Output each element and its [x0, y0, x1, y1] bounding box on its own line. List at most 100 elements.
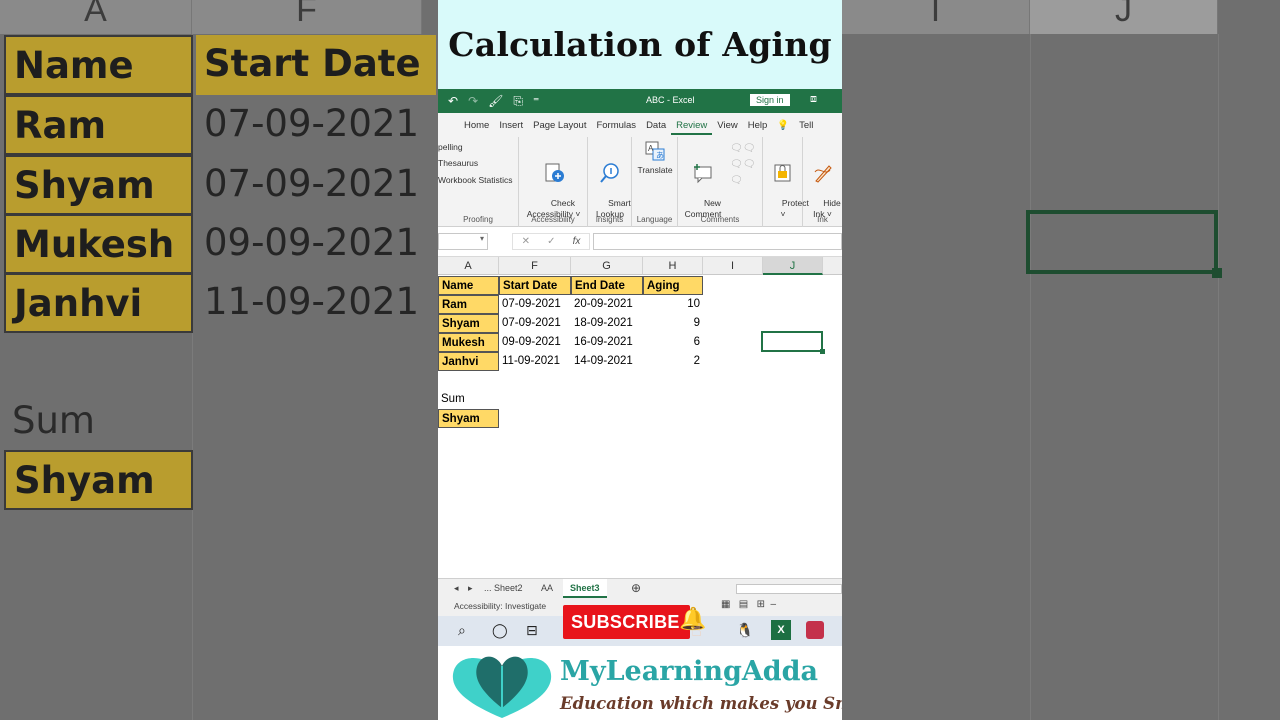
insert-function-icon[interactable]: fx	[573, 236, 581, 247]
col-header-g[interactable]: G	[571, 257, 643, 275]
start-date-cell[interactable]: 09-09-2021	[499, 333, 571, 352]
sheet-tab-aa[interactable]: AA	[541, 583, 553, 593]
bg-cell: 07-09-2021	[204, 162, 420, 205]
tab-tell-me[interactable]: Tell	[794, 120, 818, 131]
tab-insert[interactable]: Insert	[494, 120, 528, 131]
bg-cell-name-header: Name	[4, 35, 193, 95]
formula-input[interactable]	[593, 233, 842, 250]
col-header-a[interactable]: A	[438, 257, 499, 275]
protect-button[interactable]: Protect ˅	[763, 140, 809, 231]
customize-qat-icon[interactable]: ⁼	[533, 94, 539, 109]
ribbon-display-icon[interactable]: ⧈	[810, 93, 817, 106]
bg-cell: 07-09-2021	[204, 102, 420, 145]
bg-cell-sum-label: Sum	[12, 399, 95, 442]
start-date-cell[interactable]: 11-09-2021	[499, 352, 571, 371]
group-label: Proofing	[463, 215, 493, 224]
subscribe-overlay[interactable]: SUBSCRIBE 🔔 ☝	[563, 602, 706, 642]
aging-cell[interactable]: 10	[643, 295, 703, 314]
group-label: Insights	[595, 215, 624, 224]
group-language: Aあ Translate Language	[632, 137, 678, 227]
tux-icon[interactable]: 🐧	[736, 622, 753, 639]
smart-lookup-icon	[600, 163, 619, 183]
sheet-tab-more[interactable]: ...	[484, 583, 492, 593]
start-date-cell[interactable]: 07-09-2021	[499, 314, 571, 333]
formula-bar: ▾ ✕ ✓ fx	[438, 227, 842, 257]
scroll-right-icon[interactable]: ▸	[468, 583, 473, 594]
col-header-f[interactable]: F	[499, 257, 571, 275]
tab-view[interactable]: View	[712, 120, 742, 131]
sheet-tab-sheet2[interactable]: Sheet2	[494, 583, 523, 593]
tab-home[interactable]: Home	[459, 120, 494, 131]
view-icons[interactable]: ▦ ▤ ⊞ –	[721, 599, 776, 610]
tab-data[interactable]: Data	[641, 120, 671, 131]
subscribe-button[interactable]: SUBSCRIBE	[563, 605, 690, 639]
accessibility-icon	[545, 163, 564, 182]
excel-app-icon[interactable]: X	[771, 620, 791, 640]
start-date-cell[interactable]: 07-09-2021	[499, 295, 571, 314]
group-comments: New Comment 🗨🗨 🗨🗨 🗨 Comments	[678, 137, 763, 227]
cortana-icon[interactable]: ◯	[492, 622, 508, 639]
protect-icon	[774, 164, 791, 182]
tab-review[interactable]: Review	[671, 120, 713, 135]
svg-text:A: A	[648, 144, 654, 153]
bg-cell: Ram	[4, 95, 193, 155]
header-cell-end-date[interactable]: End Date	[571, 276, 643, 295]
col-header-i[interactable]: I	[703, 257, 763, 275]
name-cell[interactable]: Janhvi	[438, 352, 499, 371]
search-icon[interactable]: ⌕	[458, 622, 466, 639]
end-date-cell[interactable]: 16-09-2021	[571, 333, 643, 352]
sum-name-cell[interactable]: Shyam	[438, 409, 499, 428]
aging-cell[interactable]: 2	[643, 352, 703, 371]
header-cell-aging[interactable]: Aging	[643, 276, 703, 295]
header-cell-name[interactable]: Name	[438, 276, 499, 295]
cancel-icon[interactable]: ✕	[522, 236, 530, 247]
aging-cell[interactable]: 9	[643, 314, 703, 333]
name-cell[interactable]: Shyam	[438, 314, 499, 333]
ribbon-tabs: Home Insert Page Layout Formulas Data Re…	[438, 113, 842, 137]
quick-access-toolbar: ↶ ↷ 🖌 ⎘ ⁼	[438, 94, 539, 109]
col-header-h[interactable]: H	[643, 257, 703, 275]
sheet-tab-sheet3[interactable]: Sheet3	[563, 579, 607, 598]
col-header-empty	[823, 257, 842, 275]
formula-bar-buttons: ✕ ✓ fx	[512, 233, 590, 250]
group-proofing: pelling Thesaurus Workbook Statistics Pr…	[438, 137, 519, 227]
name-cell[interactable]: Mukesh	[438, 333, 499, 352]
translate-button[interactable]: Aあ Translate	[632, 140, 678, 176]
col-header-j[interactable]: J	[763, 257, 823, 275]
aging-cell[interactable]: 6	[643, 333, 703, 352]
sheet-tab-bar: ◂ ▸ ... Sheet2 AA Sheet3 ⊕	[438, 578, 842, 598]
horizontal-scrollbar[interactable]	[736, 584, 842, 594]
tab-help[interactable]: Help	[743, 120, 773, 131]
spelling-button[interactable]: pelling	[438, 142, 463, 152]
workbook-statistics-button[interactable]: Workbook Statistics	[438, 175, 512, 185]
add-sheet-icon[interactable]: ⊕	[631, 581, 641, 595]
enter-icon[interactable]: ✓	[547, 236, 555, 247]
redo-icon[interactable]: ↷	[468, 94, 478, 109]
sign-in-button[interactable]: Sign in	[750, 94, 790, 106]
excel-title-bar: ↶ ↷ 🖌 ⎘ ⁼ ABC - Excel Sign in ⧈	[438, 89, 842, 113]
recorder-app-icon[interactable]	[806, 621, 824, 639]
title-banner: Calculation of Aging	[438, 0, 842, 89]
accessibility-status[interactable]: Accessibility: Investigate	[454, 601, 546, 611]
active-cell-selection[interactable]	[761, 331, 825, 354]
end-date-cell[interactable]: 14-09-2021	[571, 352, 643, 371]
screenshot-icon[interactable]: ⎘	[513, 94, 523, 109]
bg-cell-startdate-header: Start Date	[196, 35, 436, 95]
end-date-cell[interactable]: 20-09-2021	[571, 295, 643, 314]
group-ink: Hide Ink ˅ Ink	[803, 137, 842, 227]
paint-icon[interactable]: 🖌	[488, 94, 503, 109]
name-box[interactable]: ▾	[438, 233, 488, 250]
header-cell-start-date[interactable]: Start Date	[499, 276, 571, 295]
undo-icon[interactable]: ↶	[448, 94, 458, 109]
brand-logo	[452, 656, 552, 718]
sum-label-cell[interactable]: Sum	[438, 390, 499, 409]
tab-page-layout[interactable]: Page Layout	[528, 120, 591, 131]
bg-cell: 09-09-2021	[204, 221, 420, 264]
task-view-icon[interactable]: ⊟	[526, 622, 538, 639]
end-date-cell[interactable]: 18-09-2021	[571, 314, 643, 333]
scroll-left-icon[interactable]: ◂	[454, 583, 459, 594]
thesaurus-button[interactable]: Thesaurus	[438, 158, 478, 168]
tab-formulas[interactable]: Formulas	[591, 120, 641, 131]
worksheet-grid[interactable]: A F G H I J Name Start Date End Date Agi…	[438, 257, 842, 597]
name-cell[interactable]: Ram	[438, 295, 499, 314]
